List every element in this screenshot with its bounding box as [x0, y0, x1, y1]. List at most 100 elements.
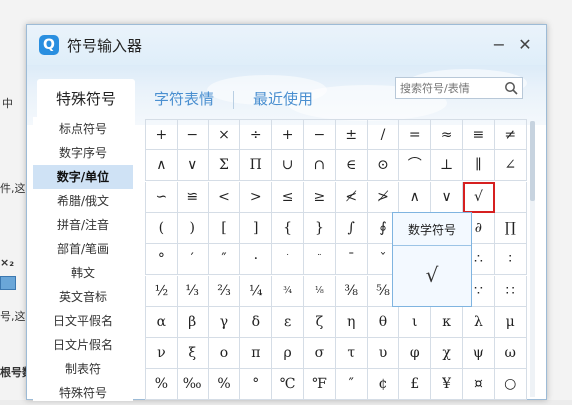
symbol-cell[interactable]: γ [208, 306, 241, 338]
symbol-cell[interactable]: ⅛ [304, 275, 336, 307]
symbol-cell[interactable]: ε [272, 306, 304, 338]
search-input[interactable] [398, 79, 500, 97]
symbol-cell[interactable]: ÷ [240, 119, 273, 150]
symbol-cell[interactable]: ¢ [367, 369, 400, 401]
symbol-cell[interactable]: ≌ [176, 181, 209, 213]
symbol-cell[interactable]: ″ [335, 369, 368, 401]
symbol-cell[interactable]: ξ [176, 338, 209, 370]
symbol-cell[interactable]: ° [240, 369, 273, 401]
symbol-cell[interactable]: ≥ [304, 181, 336, 213]
symbol-cell[interactable]: ∪ [272, 150, 304, 182]
sidebar-item[interactable]: 日文平假名 [33, 309, 133, 333]
symbol-cell[interactable]: λ [463, 306, 495, 338]
sidebar-item[interactable]: 数字/单位 [33, 165, 133, 189]
symbol-cell[interactable]: ⊥ [431, 150, 463, 182]
symbol-cell[interactable]: ⅓ [176, 275, 209, 307]
sidebar-item[interactable]: 标点符号 [33, 117, 133, 141]
symbol-cell[interactable]: ° [145, 244, 178, 276]
symbol-cell[interactable]: − [304, 119, 336, 150]
scrollbar-thumb[interactable] [530, 121, 535, 201]
sidebar-item[interactable]: 部首/笔画 [33, 237, 133, 261]
symbol-cell[interactable]: ζ [304, 306, 336, 338]
symbol-cell[interactable]: η [335, 306, 368, 338]
symbol-cell[interactable]: ∽ [145, 181, 178, 213]
symbol-cell[interactable]: ≤ [272, 181, 304, 213]
symbol-cell[interactable]: ∈ [335, 150, 368, 182]
symbol-cell[interactable]: ¾ [272, 275, 304, 307]
title-bar[interactable]: Q 符号输入器 − ✕ [27, 25, 546, 65]
symbol-cell[interactable]: ½ [145, 275, 178, 307]
symbol-cell[interactable]: ¼ [240, 275, 273, 307]
symbol-cell[interactable]: ¤ [463, 369, 495, 401]
minimize-button[interactable]: − [491, 35, 507, 54]
symbol-cell[interactable]: δ [240, 306, 273, 338]
symbol-cell[interactable]: ′ [176, 244, 209, 276]
symbol-cell[interactable]: ρ [272, 338, 304, 370]
symbol-cell[interactable]: Π [240, 150, 273, 182]
symbol-cell[interactable]: + [272, 119, 304, 150]
symbol-cell[interactable]: β [176, 306, 209, 338]
symbol-cell[interactable]: ⊙ [367, 150, 400, 182]
symbol-cell[interactable]: ∧ [399, 181, 432, 213]
sidebar-item[interactable]: 英文音标 [33, 285, 133, 309]
symbol-cell[interactable]: ω [494, 338, 527, 370]
symbol-cell[interactable]: ∶ [494, 244, 527, 276]
symbol-cell[interactable]: ≡ [463, 119, 495, 150]
symbol-cell[interactable]: { [272, 212, 304, 244]
symbol-cell[interactable]: ″ [208, 244, 241, 276]
scrollbar[interactable] [530, 121, 535, 397]
search-box[interactable] [395, 77, 523, 99]
symbol-cell[interactable]: ℃ [272, 369, 304, 401]
symbol-cell[interactable]: · [240, 244, 273, 276]
symbol-cell[interactable]: ⌒ [399, 150, 432, 182]
symbol-cell[interactable]: τ [335, 338, 368, 370]
symbol-cell[interactable]: φ [399, 338, 432, 370]
symbol-cell[interactable]: ≈ [431, 119, 463, 150]
symbol-cell[interactable]: ∧ [145, 150, 178, 182]
sidebar-item[interactable]: 拼音/注音 [33, 213, 133, 237]
symbol-cell[interactable]: Σ [208, 150, 241, 182]
symbol-cell[interactable]: χ [431, 338, 463, 370]
symbol-cell[interactable]: π [240, 338, 273, 370]
sidebar-item[interactable]: 韩文 [33, 261, 133, 285]
symbol-cell[interactable]: √ [463, 181, 495, 213]
symbol-cell[interactable]: = [399, 119, 432, 150]
symbol-cell[interactable]: υ [367, 338, 400, 370]
sidebar-item[interactable]: 日文片假名 [33, 333, 133, 357]
symbol-cell[interactable]: ∥ [463, 150, 495, 182]
symbol-cell[interactable]: ∷ [494, 275, 527, 307]
symbol-cell[interactable]: ⅜ [335, 275, 368, 307]
symbol-cell[interactable]: ο [208, 338, 241, 370]
symbol-cell[interactable]: ∠ [494, 150, 527, 182]
symbol-cell[interactable]: ν [145, 338, 178, 370]
symbol-cell[interactable]: ψ [463, 338, 495, 370]
symbol-cell[interactable]: ( [145, 212, 178, 244]
symbol-cell[interactable]: ¥ [431, 369, 463, 401]
sidebar-item[interactable]: 数字序号 [33, 141, 133, 165]
symbol-cell[interactable]: ∏ [494, 212, 527, 244]
symbol-cell[interactable]: μ [494, 306, 527, 338]
symbol-cell[interactable]: ≮ [335, 181, 368, 213]
close-button[interactable]: ✕ [517, 35, 533, 54]
symbol-cell[interactable]: ≯ [367, 181, 400, 213]
symbol-cell[interactable]: ˉ [335, 244, 368, 276]
symbol-cell[interactable]: − [176, 119, 209, 150]
symbol-cell[interactable]: ∫ [335, 212, 368, 244]
symbol-cell[interactable]: σ [304, 338, 336, 370]
symbol-cell[interactable]: ≠ [494, 119, 527, 150]
symbol-cell[interactable]: ˙ [272, 244, 304, 276]
symbol-cell[interactable]: ) [176, 212, 209, 244]
symbol-cell[interactable]: > [240, 181, 273, 213]
symbol-cell[interactable]: ] [240, 212, 273, 244]
symbol-cell[interactable]: κ [431, 306, 463, 338]
symbol-cell[interactable]: ⅔ [208, 275, 241, 307]
symbol-cell[interactable]: / [367, 119, 400, 150]
symbol-cell[interactable]: ∩ [304, 150, 336, 182]
sidebar-item[interactable]: 希腊/俄文 [33, 189, 133, 213]
symbol-cell[interactable]: + [145, 119, 178, 150]
symbol-cell[interactable]: ¨ [304, 244, 336, 276]
symbol-cell[interactable]: ○ [494, 369, 527, 401]
symbol-cell[interactable]: £ [399, 369, 432, 401]
symbol-cell[interactable] [494, 181, 527, 213]
search-icon[interactable] [504, 81, 518, 95]
